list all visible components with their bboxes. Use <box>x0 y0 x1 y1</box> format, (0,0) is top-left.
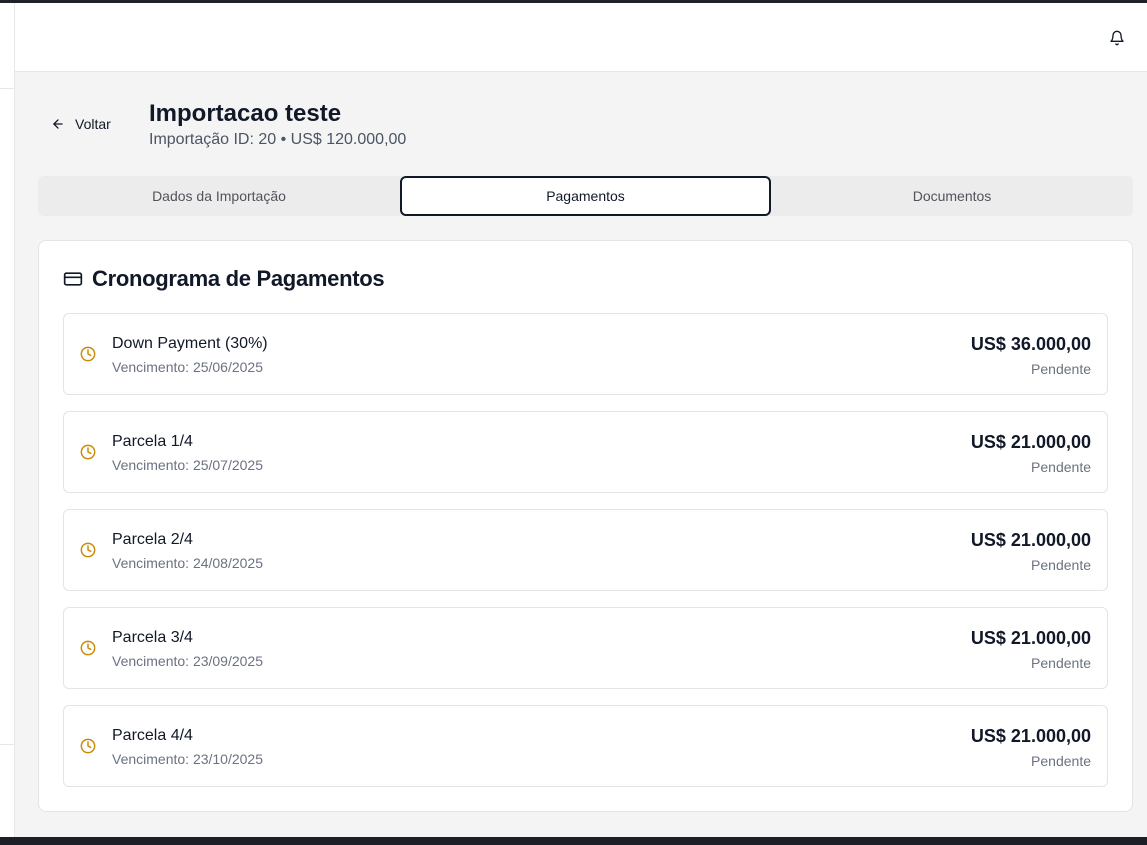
arrow-left-icon <box>53 119 63 129</box>
payment-list: Down Payment (30%) Vencimento: 25/06/202… <box>63 313 1108 803</box>
tab-pagamentos[interactable]: Pagamentos <box>400 176 771 216</box>
back-label: Voltar <box>75 116 111 132</box>
payment-due-date: Vencimento: 23/09/2025 <box>112 653 264 669</box>
main-content: Voltar Importacao teste Importação ID: 2… <box>15 72 1147 837</box>
window-bottom-border <box>0 837 1147 845</box>
sidebar-divider <box>0 744 14 745</box>
sidebar <box>0 3 15 837</box>
payment-item: Parcela 4/4 Vencimento: 23/10/2025 US$ 2… <box>63 705 1108 787</box>
payment-amount: US$ 21.000,00 <box>970 530 1091 550</box>
payment-item: Parcela 2/4 Vencimento: 24/08/2025 US$ 2… <box>63 509 1108 591</box>
payment-due-date: Vencimento: 23/10/2025 <box>112 751 264 767</box>
back-button[interactable]: Voltar <box>51 114 111 134</box>
payment-name: Parcela 3/4 <box>112 629 193 646</box>
card-title: Cronograma de Pagamentos <box>92 266 385 291</box>
clock-icon <box>80 444 96 460</box>
payment-name: Parcela 4/4 <box>112 727 193 744</box>
tab-dados-da-importacao[interactable]: Dados da Importação <box>38 176 400 216</box>
clock-icon <box>80 346 96 362</box>
bell-icon[interactable] <box>1106 27 1128 49</box>
page-title: Importacao teste <box>149 100 342 127</box>
payment-item: Parcela 1/4 Vencimento: 25/07/2025 US$ 2… <box>63 411 1108 493</box>
card-header: Cronograma de Pagamentos <box>63 265 385 293</box>
payment-status: Pendente <box>1031 459 1091 475</box>
top-header <box>15 3 1147 72</box>
payment-amount: US$ 21.000,00 <box>970 726 1091 746</box>
payment-due-date: Vencimento: 25/07/2025 <box>112 457 264 473</box>
payment-schedule-card: Cronograma de Pagamentos Down Payment (3… <box>38 240 1133 812</box>
sidebar-divider <box>0 88 14 89</box>
payment-item: Parcela 3/4 Vencimento: 23/09/2025 US$ 2… <box>63 607 1108 689</box>
payment-due-date: Vencimento: 24/08/2025 <box>112 555 264 571</box>
payment-status: Pendente <box>1031 361 1091 377</box>
clock-icon <box>80 640 96 656</box>
clock-icon <box>80 738 96 754</box>
payment-name: Down Payment (30%) <box>112 335 268 352</box>
payment-name: Parcela 1/4 <box>112 433 193 450</box>
payment-status: Pendente <box>1031 753 1091 769</box>
credit-card-icon <box>63 272 83 286</box>
payment-due-date: Vencimento: 25/06/2025 <box>112 359 264 375</box>
clock-icon <box>80 542 96 558</box>
tab-list: Dados da Importação Pagamentos Documento… <box>38 176 1133 216</box>
payment-item: Down Payment (30%) Vencimento: 25/06/202… <box>63 313 1108 395</box>
payment-status: Pendente <box>1031 557 1091 573</box>
payment-name: Parcela 2/4 <box>112 531 193 548</box>
payment-amount: US$ 36.000,00 <box>970 334 1091 354</box>
page-subtitle: Importação ID: 20 • US$ 120.000,00 <box>149 131 407 148</box>
tab-documentos[interactable]: Documentos <box>771 176 1133 216</box>
payment-amount: US$ 21.000,00 <box>970 432 1091 452</box>
payment-status: Pendente <box>1031 655 1091 671</box>
payment-amount: US$ 21.000,00 <box>970 628 1091 648</box>
